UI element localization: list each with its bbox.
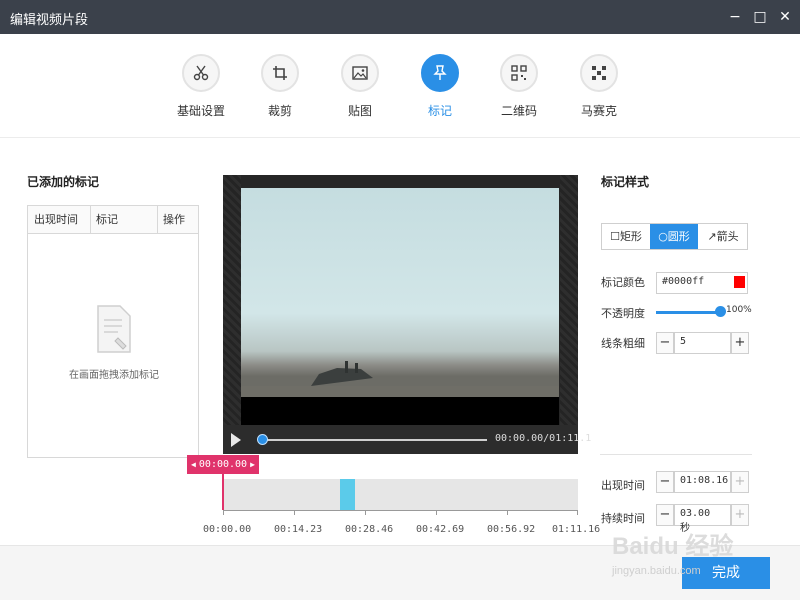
shape-label: 矩形 — [619, 230, 642, 243]
opacity-slider-track[interactable] — [656, 311, 720, 314]
appear-time-label: 出现时间 — [601, 479, 645, 492]
video-player[interactable]: 00:00.00/01:11.1 — [223, 175, 591, 454]
opacity-slider-knob[interactable] — [715, 306, 726, 317]
shape-label: 箭头 — [716, 230, 739, 243]
timeline-mark-segment[interactable] — [340, 479, 355, 510]
line-width-decrease-button[interactable]: − — [656, 332, 674, 354]
tool-label: 标记 — [427, 104, 452, 118]
timeline-ruler — [223, 510, 578, 511]
mosaic-icon — [580, 54, 618, 92]
duration-increase-button[interactable]: + — [731, 504, 749, 526]
appear-time-value: 01:08.16 — [680, 475, 729, 486]
line-width-input[interactable]: 5 — [674, 332, 731, 354]
marks-list-header: 出现时间 标记 操作 — [28, 206, 198, 234]
opacity-value: 100% — [726, 305, 752, 315]
timeline-playhead[interactable] — [222, 474, 224, 510]
timeline-tick — [577, 510, 578, 515]
shape-circle-button[interactable]: ○圆形 — [650, 224, 698, 249]
shape-label: 圆形 — [667, 230, 690, 243]
timeline-tick — [223, 510, 224, 515]
timeline-track[interactable] — [223, 479, 578, 510]
circle-icon: ○ — [658, 230, 668, 243]
shape-rectangle-button[interactable]: ☐矩形 — [602, 224, 650, 249]
timeline-tick-label: 00:14.23 — [274, 524, 323, 535]
tool-label: 马赛克 — [580, 104, 617, 118]
tool-sticker[interactable]: 贴图 — [323, 54, 397, 119]
watermark-brand: Baidu 经验 — [612, 533, 734, 560]
marks-list: 出现时间 标记 操作 在画面拖拽添加标记 — [27, 205, 199, 458]
minimize-button[interactable]: − — [726, 8, 744, 26]
tool-basic-settings[interactable]: 基础设置 — [164, 54, 238, 119]
duration-label: 持续时间 — [601, 512, 645, 525]
crop-icon — [261, 54, 299, 92]
title-bar: 编辑视频片段 − □ ✕ — [0, 0, 800, 34]
timeline-marker-time: 00:00.00 — [198, 459, 248, 470]
duration-input[interactable]: 03.00 秒 — [674, 504, 731, 534]
color-swatch[interactable] — [734, 276, 745, 288]
timeline-tick-label: 00:28.46 — [345, 524, 394, 535]
tool-mark[interactable]: 标记 — [403, 54, 477, 119]
maximize-button[interactable]: □ — [751, 8, 769, 26]
timeline-marker[interactable]: ◀ 00:00.00 ▶ — [187, 455, 259, 474]
tool-label: 裁剪 — [267, 104, 292, 118]
timeline-tick — [436, 510, 437, 515]
marker-right-arrow-icon[interactable]: ▶ — [250, 455, 255, 474]
player-controls: 00:00.00/01:11.1 — [223, 425, 591, 454]
appear-time-decrease-button[interactable]: − — [656, 471, 674, 493]
tool-crop[interactable]: 裁剪 — [243, 54, 317, 119]
column-mark: 标记 — [96, 213, 118, 226]
appear-time-increase-button[interactable]: + — [731, 471, 749, 493]
window-title: 编辑视频片段 — [10, 13, 89, 28]
column-divider — [157, 206, 158, 234]
tool-qrcode[interactable]: 二维码 — [482, 54, 556, 119]
close-button[interactable]: ✕ — [776, 8, 794, 26]
qrcode-icon — [500, 54, 538, 92]
play-icon[interactable] — [231, 433, 241, 447]
watermark-url: jingyan.baidu.com — [612, 565, 701, 577]
tool-label: 二维码 — [500, 104, 537, 118]
line-width-increase-button[interactable]: + — [731, 332, 749, 354]
line-width-value: 5 — [680, 336, 687, 347]
shape-selector: ☐矩形 ○圆形 ↗箭头 — [601, 223, 748, 250]
timeline-tick-label: 00:00.00 — [203, 524, 252, 535]
column-appear-time: 出现时间 — [34, 213, 78, 226]
timeline-tick-label: 01:11.16 — [552, 524, 601, 535]
player-time: 00:00.00/01:11.1 — [495, 433, 592, 444]
line-width-label: 线条粗细 — [601, 337, 645, 350]
scissors-icon — [182, 54, 220, 92]
player-progress-track[interactable] — [261, 439, 487, 441]
player-border-left — [223, 175, 241, 425]
arrow-icon: ↗ — [707, 230, 717, 243]
player-progress-knob[interactable] — [257, 434, 268, 445]
video-frame[interactable] — [241, 188, 559, 397]
marks-panel-title: 已添加的标记 — [27, 175, 100, 189]
tool-mosaic[interactable]: 马赛克 — [562, 54, 636, 119]
toolbar: 基础设置 裁剪 贴图 标记 二维码 马赛克 — [0, 34, 800, 138]
style-panel-title: 标记样式 — [601, 175, 650, 189]
image-icon — [341, 54, 379, 92]
tool-label: 基础设置 — [176, 104, 225, 118]
timeline-tick — [365, 510, 366, 515]
column-divider — [90, 206, 91, 234]
pin-icon — [421, 54, 459, 92]
shape-arrow-button[interactable]: ↗箭头 — [699, 224, 747, 249]
timeline-tick — [294, 510, 295, 515]
color-label: 标记颜色 — [601, 276, 645, 289]
color-value: #0000ff — [662, 276, 705, 287]
player-border-right — [560, 175, 578, 425]
marker-left-arrow-icon[interactable]: ◀ — [191, 455, 196, 474]
timeline-tick — [507, 510, 508, 515]
duration-decrease-button[interactable]: − — [656, 504, 674, 526]
rectangle-icon: ☐ — [610, 230, 620, 243]
empty-hint: 在画面拖拽添加标记 — [69, 370, 159, 381]
column-action: 操作 — [163, 213, 185, 226]
timeline-tick-label: 00:56.92 — [487, 524, 536, 535]
video-letterbox — [241, 397, 559, 425]
panel-divider — [600, 454, 752, 455]
empty-document-icon — [96, 304, 132, 357]
tool-label: 贴图 — [347, 104, 372, 118]
appear-time-input[interactable]: 01:08.16 — [674, 471, 731, 493]
opacity-label: 不透明度 — [601, 307, 645, 320]
timeline-tick-label: 00:42.69 — [416, 524, 465, 535]
